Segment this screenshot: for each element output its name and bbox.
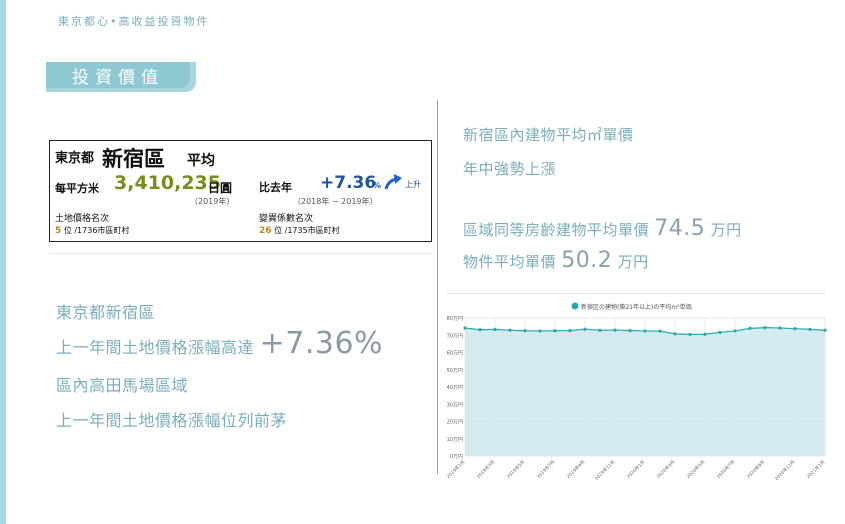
data-point	[538, 329, 542, 333]
price-label: 每平方米	[55, 182, 99, 195]
right-line-3: 區域同等房齡建物平均單價 74.5 万円	[463, 216, 742, 241]
right-line-2: 年中強勢上漲	[463, 160, 557, 178]
right-line-3-value: 74.5	[654, 216, 706, 241]
data-point	[583, 327, 587, 331]
rank-value: 5 位 /1736市區町村	[55, 225, 129, 236]
y-tick-label: 30万円	[447, 402, 463, 408]
data-point	[658, 329, 662, 333]
y-tick-label: 70万円	[447, 333, 463, 339]
right-line-4: 物件平均單價 50.2 万円	[463, 248, 649, 273]
x-tick-label: 2020年5月	[685, 458, 706, 479]
change-percent-sign: %	[373, 181, 382, 190]
rank-rest: 位 /1736市區町村	[63, 226, 130, 235]
y-tick-label: 60万円	[447, 351, 463, 357]
left-line-2-highlight: +7.36%	[259, 326, 384, 361]
price-unit: 日圓	[208, 181, 233, 195]
price-year: （2019年）	[190, 197, 235, 206]
y-tick-label: 0万円	[450, 454, 463, 460]
summary-city: 東京都	[55, 151, 95, 166]
y-tick-label: 50万円	[447, 368, 463, 374]
change-direction: 上升	[405, 180, 421, 189]
left-separator	[49, 253, 432, 254]
left-line-4: 上一年間土地價格漲幅位列前茅	[56, 411, 288, 430]
right-separator	[447, 293, 825, 294]
y-tick-label: 10万円	[447, 437, 463, 443]
y-tick-label: 20万円	[447, 420, 463, 426]
data-point	[553, 329, 557, 333]
data-point	[628, 328, 632, 333]
x-tick-label: 2019年5月	[505, 458, 526, 479]
y-tick-label: 80万円	[447, 316, 463, 322]
change-label: 比去年	[259, 181, 292, 194]
data-point	[568, 328, 572, 333]
legend-label: 新宿区の建物(築21年以上)の平均m²単価	[581, 303, 692, 311]
header-title: 東京都心•高收益投資物件	[58, 15, 210, 28]
data-point	[808, 327, 812, 331]
change-value: +7.36	[320, 173, 377, 193]
data-point	[778, 326, 782, 330]
right-line-3-unit: 万円	[710, 221, 742, 239]
x-tick-label: 2020年11月	[773, 458, 796, 481]
rank-number: 5	[55, 226, 62, 236]
left-line-1: 東京都新宿區	[56, 303, 156, 322]
right-line-4-text: 物件平均單價	[463, 253, 557, 271]
data-point	[793, 327, 797, 331]
right-line-1: 新宿區內建物平均㎡單價	[463, 126, 634, 144]
summary-district: 新宿區	[102, 147, 165, 171]
data-point	[613, 328, 617, 332]
x-tick-label: 2019年3月	[475, 458, 496, 479]
right-line-4-value: 50.2	[561, 248, 613, 273]
x-tick-label: 2020年3月	[655, 458, 676, 479]
data-point	[463, 326, 467, 330]
data-point	[703, 332, 707, 336]
price-value: 3,410,235	[114, 172, 221, 194]
data-point	[823, 328, 827, 332]
data-point	[763, 326, 767, 330]
x-tick-label: 2020年9月	[745, 458, 766, 479]
x-tick-label: 2019年7月	[535, 458, 556, 479]
right-line-3-text: 區域同等房齡建物平均單價	[463, 221, 650, 239]
data-point	[508, 328, 512, 332]
data-point	[673, 332, 677, 336]
rank-label: 土地價格名次	[55, 214, 110, 224]
change-years: （2018年 − 2019年）	[293, 197, 378, 206]
data-point	[523, 329, 527, 333]
x-tick-label: 2020年1月	[625, 458, 646, 479]
x-tick-label: 2019年9月	[565, 458, 586, 479]
data-point	[493, 327, 497, 331]
left-line-3: 區內高田馬場區域	[56, 376, 189, 395]
area-fill	[465, 327, 825, 456]
data-point	[478, 328, 482, 332]
data-point	[688, 332, 692, 336]
section-tag: 投資價值	[46, 62, 196, 92]
data-point	[748, 326, 752, 330]
x-tick-label: 2019年1月	[445, 458, 466, 479]
right-line-4-unit: 万円	[617, 253, 649, 271]
trend-up-arrow-icon	[384, 174, 402, 190]
legend-marker	[571, 302, 579, 310]
volatility-rest: 位 /1735市區町村	[274, 226, 340, 235]
volatility-value: 26 位 /1735市區町村	[259, 225, 340, 236]
x-tick-label: 2019年11月	[593, 458, 616, 481]
y-tick-label: 40万円	[447, 385, 463, 391]
data-point	[643, 329, 647, 333]
x-tick-label: 2020年7月	[715, 458, 736, 479]
price-chart: 新宿区の建物(築21年以上)の平均m²単価 0万円 10万円 20万円 30万円 40万円…	[437, 296, 831, 486]
left-line-2: 上一年間土地價格漲幅高達 +7.36%	[56, 326, 383, 361]
left-accent-bar	[0, 0, 6, 524]
summary-avg: 平均	[187, 153, 215, 169]
price-chart-svg: 新宿区の建物(築21年以上)の平均m²単価 0万円 10万円 20万円 30万円 40万円…	[445, 302, 827, 482]
left-line-2-text: 上一年間土地價格漲幅高達	[56, 338, 255, 357]
volatility-number: 26	[259, 226, 272, 236]
summary-box: 東京都 新宿區 平均 每平方米 3,410,235 日圓 （2019年） 比去年…	[49, 140, 432, 242]
data-point	[598, 328, 602, 332]
data-point	[718, 330, 722, 334]
section-tag-label: 投資價值	[46, 62, 190, 88]
volatility-label: 變異係數名次	[259, 214, 314, 224]
x-tick-label: 2021年1月	[805, 458, 826, 479]
data-point	[733, 329, 737, 333]
